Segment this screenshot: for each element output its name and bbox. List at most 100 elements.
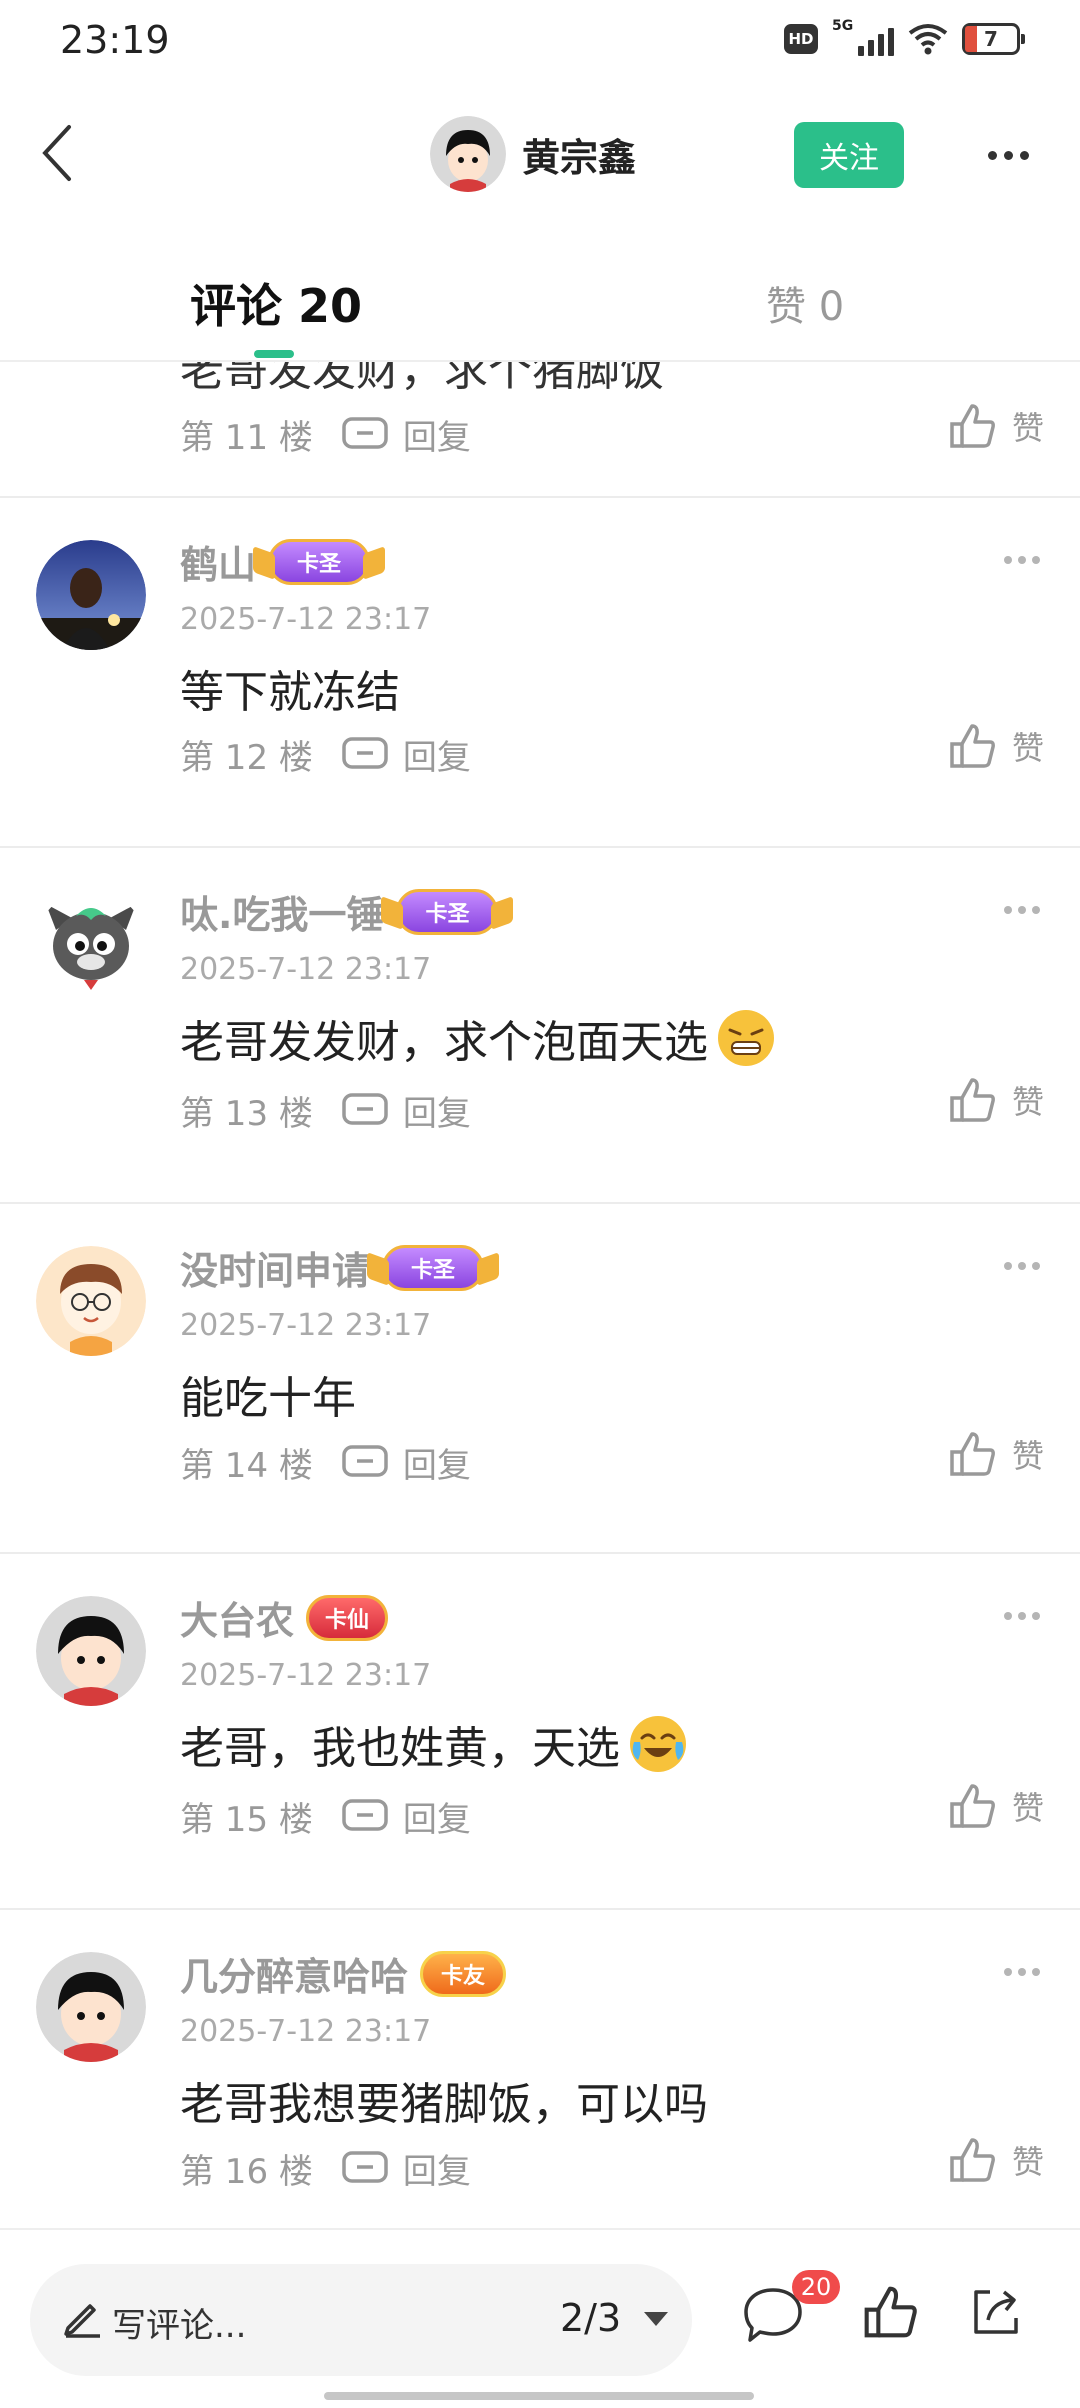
comment-more-button[interactable] [1004, 1262, 1040, 1270]
badge-label: 卡圣 [425, 901, 470, 927]
chevron-left-icon [42, 125, 71, 181]
avatar[interactable] [36, 1246, 146, 1356]
list-item: 几分醉意哈哈 卡友 2025-7-12 23:17 老哥我想要猪脚饭，可以吗 第… [0, 1910, 1080, 2228]
like-label: 赞 [1011, 1083, 1044, 1121]
comment-meta: 第 13 楼 回复 [180, 1086, 471, 1135]
battery-level: 7 [984, 27, 998, 51]
write-comment-placeholder: 写评论... [112, 2306, 247, 2346]
list-item: 没时间申请 卡圣 2025-7-12 23:17 能吃十年 第 14 楼 回复 … [0, 1204, 1080, 1554]
floor-number: 第 16 楼 [180, 2152, 313, 2192]
header-user-name[interactable]: 黄宗鑫 [522, 127, 636, 182]
network-type: 5G [832, 18, 854, 34]
pencil-icon [64, 2304, 100, 2338]
like-button[interactable]: 赞 [948, 2136, 1044, 2184]
comment-time: 2025-7-12 23:17 [180, 1308, 432, 1343]
comment-content: 能吃十年 [180, 1362, 356, 1426]
write-comment-input[interactable]: 写评论... 2/3 [30, 2264, 692, 2376]
username-row: 几分醉意哈哈 卡友 [180, 1946, 507, 2001]
comment-list[interactable]: 老哥发发财，求个猪脚饭 第 11 楼 回复 赞 鹤山 卡圣 2025-7-12 … [0, 362, 1080, 2228]
follow-button[interactable]: 关注 [794, 122, 904, 188]
avatar[interactable] [36, 890, 146, 1000]
level-badge: 卡圣 [367, 1244, 500, 1291]
like-button[interactable]: 赞 [948, 1782, 1044, 1830]
comment-more-button[interactable] [1004, 906, 1040, 914]
badge-label: 卡圣 [411, 1257, 456, 1283]
header: 黄宗鑫 关注 [0, 100, 1080, 210]
page-indicator[interactable]: 2/3 [560, 2296, 621, 2340]
comment-more-button[interactable] [1004, 1612, 1040, 1620]
like-button[interactable]: 赞 [948, 1430, 1044, 1478]
comment-meta: 第 14 楼 回复 [180, 1438, 471, 1487]
username-row: 鹤山 卡圣 [180, 534, 386, 589]
username[interactable]: 鹤山 [180, 534, 256, 589]
list-item: 呔.吃我一锤 卡圣 2025-7-12 23:17 老哥发发财，求个泡面天选 第… [0, 848, 1080, 1204]
reply-icon [342, 416, 388, 449]
header-avatar[interactable] [430, 116, 506, 192]
like-button[interactable]: 赞 [948, 402, 1044, 450]
hd-icon: HD [784, 24, 818, 54]
like-label: 赞 [1011, 409, 1044, 447]
reply-label: 回复 [402, 1800, 471, 1840]
thumbs-up-icon [950, 724, 995, 768]
reply-button[interactable]: 回复 [341, 410, 471, 459]
username[interactable]: 没时间申请 [180, 1240, 370, 1295]
reply-label: 回复 [402, 1446, 471, 1486]
caret-down-icon[interactable] [644, 2312, 668, 2326]
username-row: 没时间申请 卡圣 [180, 1240, 500, 1295]
comment-content: 老哥我想要猪脚饭，可以吗 [180, 2068, 708, 2132]
comment-content: 老哥发发财，求个猪脚饭 [180, 362, 664, 396]
badge-label: 卡仙 [325, 1607, 370, 1633]
level-badge: 卡圣 [381, 888, 514, 935]
like-button[interactable]: 赞 [948, 722, 1044, 770]
thumbs-up-icon [950, 404, 995, 448]
reply-button[interactable]: 回复 [341, 730, 471, 779]
floor-number: 第 14 楼 [180, 1446, 313, 1486]
list-item: 鹤山 卡圣 2025-7-12 23:17 等下就冻结 第 12 楼 回复 赞 [0, 498, 1080, 848]
reply-icon [342, 1798, 388, 1831]
username-row: 呔.吃我一锤 卡圣 [180, 884, 514, 939]
comment-count-badge: 20 [792, 2270, 840, 2304]
level-badge: 卡圣 [253, 538, 386, 585]
tab-comments[interactable]: 评论 20 [190, 270, 362, 336]
floor-number: 第 12 楼 [180, 738, 313, 778]
bottom-bar: 写评论... 2/3 20 [0, 2228, 1080, 2408]
home-indicator[interactable] [324, 2392, 754, 2400]
badge-label: 卡圣 [297, 551, 342, 577]
tabs: 评论 20 赞 0 [0, 230, 1080, 362]
comment-content: 等下就冻结 [180, 656, 400, 720]
avatar[interactable] [36, 1596, 146, 1706]
like-button[interactable]: 赞 [948, 1076, 1044, 1124]
username[interactable]: 几分醉意哈哈 [180, 1946, 408, 2001]
comment-text: 能吃十年 [180, 1373, 356, 1424]
comment-content: 老哥，我也姓黄，天选 [180, 1712, 688, 1776]
comment-meta: 第 11 楼 回复 [180, 410, 471, 459]
floor-number: 第 13 楼 [180, 1094, 313, 1134]
floor-number: 第 11 楼 [180, 418, 313, 458]
username[interactable]: 呔.吃我一锤 [180, 884, 384, 939]
back-button[interactable] [22, 118, 92, 188]
reply-button[interactable]: 回复 [341, 1086, 471, 1135]
like-post-button[interactable] [862, 2284, 918, 2344]
comment-text: 老哥发发财，求个泡面天选 [180, 1017, 708, 1068]
like-label: 赞 [1011, 1437, 1044, 1475]
thumbs-up-icon [950, 2138, 995, 2182]
username[interactable]: 大台农 [180, 1590, 294, 1645]
header-user[interactable]: 黄宗鑫 [430, 116, 636, 192]
thumbs-up-icon [950, 1078, 995, 1122]
comment-time: 2025-7-12 23:17 [180, 602, 432, 637]
avatar[interactable] [36, 1952, 146, 2062]
tab-likes[interactable]: 赞 0 [766, 274, 844, 332]
avatar[interactable] [36, 540, 146, 650]
comment-more-button[interactable] [1004, 1968, 1040, 1976]
reply-button[interactable]: 回复 [341, 1792, 471, 1841]
comment-content: 老哥发发财，求个泡面天选 [180, 1006, 776, 1070]
reply-button[interactable]: 回复 [341, 1438, 471, 1487]
comment-meta: 第 15 楼 回复 [180, 1792, 471, 1841]
username-row: 大台农 卡仙 [180, 1590, 389, 1645]
comment-more-button[interactable] [1004, 556, 1040, 564]
reply-button[interactable]: 回复 [341, 2144, 471, 2193]
more-options-button[interactable] [978, 130, 1038, 180]
comment-text: 老哥我想要猪脚饭，可以吗 [180, 2079, 708, 2130]
level-badge: 卡友 [420, 1950, 507, 1997]
share-button[interactable] [968, 2284, 1024, 2344]
